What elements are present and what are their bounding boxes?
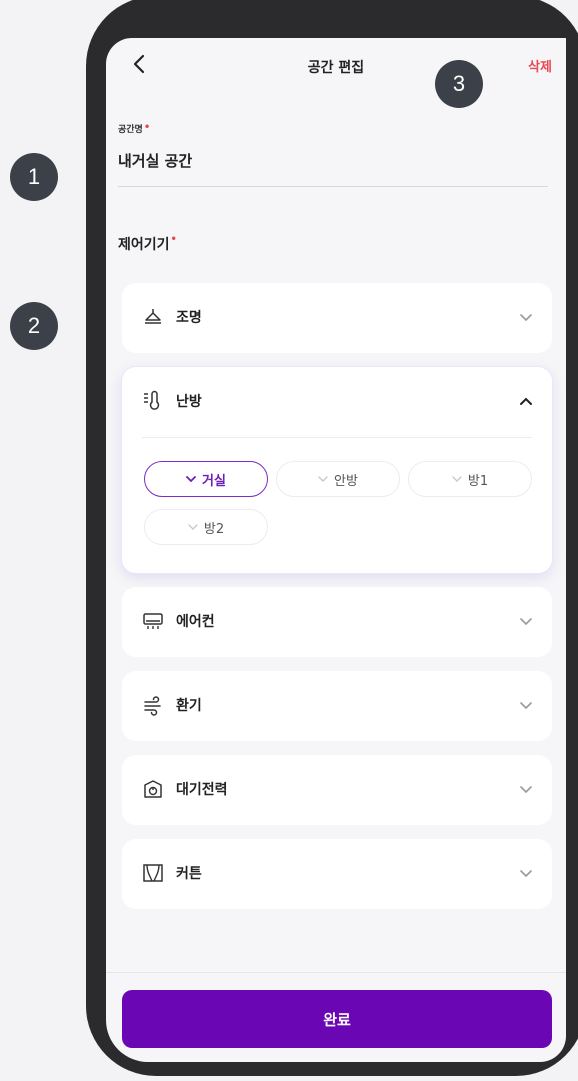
device-name: 조명 <box>176 310 202 326</box>
ceiling-lamp-icon <box>145 309 161 324</box>
annotation-badge-1: 1 <box>10 153 58 201</box>
bottom-divider <box>106 972 566 973</box>
check-icon <box>318 476 328 482</box>
device-card-curtain: 커튼 <box>122 839 552 909</box>
done-button[interactable]: 완료 <box>122 990 552 1048</box>
chevron-up-icon <box>520 397 532 405</box>
device-name: 에어컨 <box>176 614 215 630</box>
devices-section-label-text: 제어기기 <box>118 237 170 253</box>
header: 공간 편집 삭제 <box>106 38 566 98</box>
chevron-down-icon <box>520 314 532 322</box>
device-header-aircon[interactable]: 에어컨 <box>122 587 552 655</box>
device-name: 커튼 <box>176 866 202 882</box>
room-chip-room2[interactable]: 방2 <box>144 509 268 545</box>
space-name-label-text: 공간명 <box>118 125 143 135</box>
room-chip-label: 방2 <box>203 521 225 537</box>
delete-button[interactable]: 삭제 <box>528 56 552 75</box>
space-name-input[interactable] <box>118 146 544 174</box>
required-mark: • <box>170 234 177 245</box>
check-icon <box>452 476 462 482</box>
device-card-aircon: 에어컨 <box>122 587 552 657</box>
device-card-standby-power: 대기전력 <box>122 755 552 825</box>
power-outlet-icon <box>144 780 162 798</box>
annotation-badge-2: 2 <box>10 302 58 350</box>
check-icon <box>186 476 196 483</box>
device-header-ventilation[interactable]: 환기 <box>122 671 552 739</box>
devices-section-label: 제어기기• <box>118 234 177 254</box>
device-name: 난방 <box>176 394 202 410</box>
space-name-label: 공간명• <box>118 122 150 135</box>
device-header-standby-power[interactable]: 대기전력 <box>122 755 552 823</box>
air-conditioner-icon <box>143 613 163 629</box>
device-card-lighting: 조명 <box>122 283 552 353</box>
annotation-badge-3: 3 <box>435 60 483 108</box>
chevron-down-icon <box>520 618 532 626</box>
device-header-curtain[interactable]: 커튼 <box>122 839 552 907</box>
room-chip-label: 안방 <box>334 473 358 489</box>
room-chip-master-bedroom[interactable]: 안방 <box>276 461 400 497</box>
chevron-down-icon <box>520 702 532 710</box>
required-mark: • <box>143 122 151 133</box>
app-screen: 공간 편집 삭제 공간명• 제어기기• 조명 난방 거실 <box>106 38 566 1062</box>
device-card-ventilation: 환기 <box>122 671 552 741</box>
room-chip-room1[interactable]: 방1 <box>408 461 532 497</box>
room-chip-label: 방1 <box>467 473 489 489</box>
room-chip-living-room[interactable]: 거실 <box>144 461 268 497</box>
device-header-lighting[interactable]: 조명 <box>122 283 552 351</box>
curtain-icon <box>143 864 163 882</box>
device-header-heating[interactable]: 난방 <box>122 367 552 435</box>
wind-icon <box>144 696 161 716</box>
thermometer-icon <box>144 390 160 410</box>
device-card-heating: 난방 거실 안방 방1 방2 <box>122 367 552 573</box>
chevron-down-icon <box>520 786 532 794</box>
chevron-down-icon <box>520 870 532 878</box>
device-name: 환기 <box>176 698 202 714</box>
card-divider <box>142 437 532 438</box>
room-chip-label: 거실 <box>202 473 226 489</box>
input-underline <box>118 186 548 187</box>
device-name: 대기전력 <box>176 782 228 798</box>
check-icon <box>188 524 198 530</box>
page-title: 공간 편집 <box>307 60 365 76</box>
